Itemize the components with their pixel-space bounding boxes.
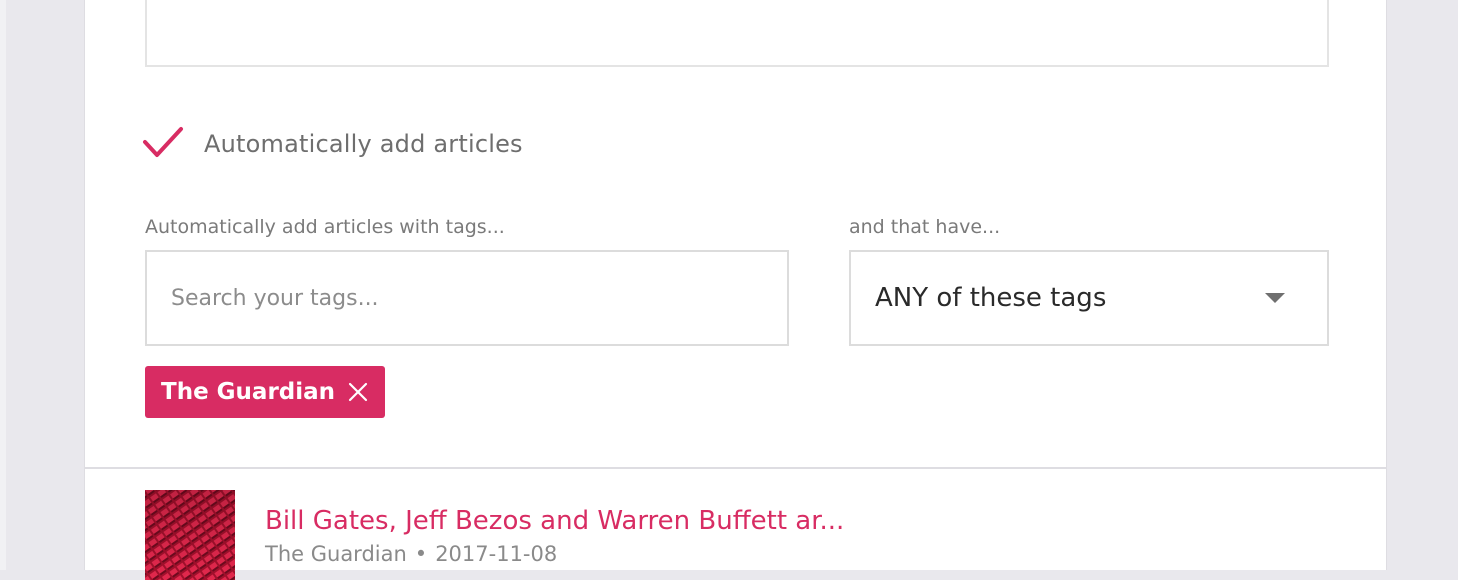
match-mode-value: ANY of these tags bbox=[875, 283, 1107, 313]
left-edge bbox=[0, 0, 6, 570]
description-textarea[interactable] bbox=[145, 0, 1329, 67]
auto-add-label: Automatically add articles bbox=[204, 130, 523, 158]
section-divider bbox=[85, 467, 1386, 469]
article-meta: The Guardian • 2017-11-08 bbox=[265, 542, 844, 566]
close-icon[interactable] bbox=[347, 381, 369, 403]
tag-search-input[interactable] bbox=[145, 250, 789, 346]
chevron-down-icon bbox=[1265, 293, 1285, 303]
match-field-label: and that have... bbox=[849, 216, 1001, 238]
match-mode-select[interactable]: ANY of these tags bbox=[849, 250, 1329, 346]
article-source: The Guardian bbox=[265, 542, 407, 566]
collection-edit-panel: Automatically add articles Automatically… bbox=[84, 0, 1387, 580]
article-thumbnail[interactable] bbox=[145, 490, 235, 580]
meta-separator: • bbox=[414, 542, 428, 566]
tag-chip-label: The Guardian bbox=[161, 379, 336, 405]
auto-add-checkbox-row[interactable]: Automatically add articles bbox=[141, 122, 523, 166]
tags-field-label: Automatically add articles with tags... bbox=[145, 216, 505, 238]
tag-chip-the-guardian[interactable]: The Guardian bbox=[145, 366, 386, 418]
article-date: 2017-11-08 bbox=[435, 542, 558, 566]
article-list-item[interactable]: Bill Gates, Jeff Bezos and Warren Buffet… bbox=[145, 490, 844, 580]
check-icon[interactable] bbox=[141, 122, 185, 166]
article-title-link[interactable]: Bill Gates, Jeff Bezos and Warren Buffet… bbox=[265, 506, 844, 536]
